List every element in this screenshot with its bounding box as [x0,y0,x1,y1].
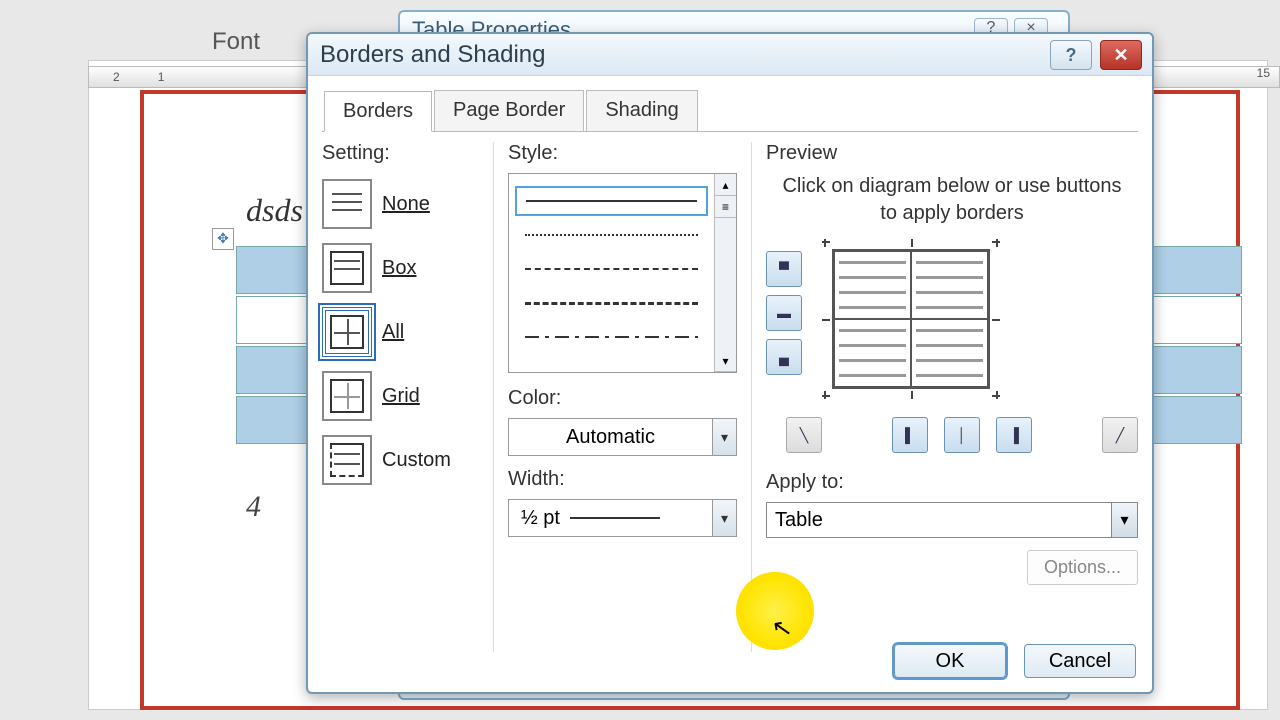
setting-all[interactable]: All [322,307,485,357]
scroll-up-icon[interactable]: ▴ [715,174,736,196]
style-scrollbar[interactable]: ▴ ≡ ▾ [714,174,736,372]
setting-box[interactable]: Box [322,243,485,293]
border-top-button[interactable]: ▀ [766,251,802,287]
setting-grid-label: Grid [382,385,420,408]
setting-none-icon [322,179,372,229]
style-listbox[interactable]: ▴ ≡ ▾ [508,173,737,373]
style-label: Style: [508,142,737,165]
setting-label: Setting: [322,142,485,165]
setting-none-label: None [382,193,430,216]
border-right-button[interactable]: ▐ [996,417,1032,453]
setting-none[interactable]: None [322,179,485,229]
ok-button[interactable]: OK [894,644,1006,678]
style-solid[interactable] [515,186,708,216]
setting-custom-icon [322,435,372,485]
apply-to-dropdown-button[interactable] [1111,503,1137,537]
ruler-tick: 2 [113,70,120,84]
setting-custom[interactable]: Custom [322,435,485,485]
tab-shading[interactable]: Shading [586,90,697,131]
ruler-right: 15 [1257,66,1270,80]
preview-label: Preview [766,142,1138,165]
setting-box-icon [322,243,372,293]
width-sample-line [570,517,660,519]
cancel-button[interactable]: Cancel [1024,644,1136,678]
scroll-down-icon[interactable]: ▾ [715,350,736,372]
borders-shading-dialog: Borders and Shading ? ✕ Borders Page Bor… [306,32,1154,694]
preview-hint: Click on diagram below or use buttons to… [766,173,1138,227]
setting-all-label: All [382,321,404,344]
doc-num: 4 [246,490,261,524]
apply-to-combo[interactable]: Table [766,502,1138,538]
width-value-text: ½ pt [521,507,560,530]
border-diagonal-up-button[interactable]: ╱ [1102,417,1138,453]
width-label: Width: [508,468,737,491]
style-dash-dot[interactable] [515,322,708,352]
dialog-tabs: Borders Page Border Shading [324,90,1152,131]
border-diagonal-down-button[interactable]: ╲ [786,417,822,453]
scroll-thumb[interactable]: ≡ [715,196,736,218]
style-dotted[interactable] [515,220,708,250]
width-value: ½ pt [509,507,712,530]
width-combo[interactable]: ½ pt [508,499,737,537]
width-dropdown-button[interactable] [712,500,736,536]
dialog-title: Borders and Shading [320,41,546,69]
setting-grid-icon [322,371,372,421]
apply-to-value: Table [767,503,1111,537]
style-dashed-long[interactable] [515,288,708,318]
color-label: Color: [508,387,737,410]
setting-box-label: Box [382,257,416,280]
doc-text: dsds [246,192,303,229]
ruler-tick: 1 [158,70,165,84]
border-left-button[interactable]: ▌ [892,417,928,453]
dialog-help-button[interactable]: ? [1050,40,1092,70]
color-dropdown-button[interactable] [712,419,736,455]
apply-to-label: Apply to: [766,471,1138,494]
dialog-close-button[interactable]: ✕ [1100,40,1142,70]
color-combo[interactable]: Automatic [508,418,737,456]
options-button: Options... [1027,550,1138,585]
style-dashed-short[interactable] [515,254,708,284]
tab-borders[interactable]: Borders [324,91,432,132]
scroll-track[interactable] [715,218,736,350]
color-value: Automatic [509,426,712,449]
ribbon-group-font: Font [212,28,260,56]
border-bottom-button[interactable]: ▄ [766,339,802,375]
tab-page-border[interactable]: Page Border [434,90,584,131]
ruler-tick: 15 [1257,66,1270,80]
setting-grid[interactable]: Grid [322,371,485,421]
border-horizontal-middle-button[interactable]: ▬ [766,295,802,331]
setting-custom-label: Custom [382,449,451,472]
border-vertical-middle-button[interactable]: │ [944,417,980,453]
table-move-handle[interactable]: ✥ [212,228,234,250]
setting-all-icon [322,307,372,357]
dialog-titlebar[interactable]: Borders and Shading ? ✕ [308,34,1152,76]
preview-diagram[interactable] [822,239,1000,399]
